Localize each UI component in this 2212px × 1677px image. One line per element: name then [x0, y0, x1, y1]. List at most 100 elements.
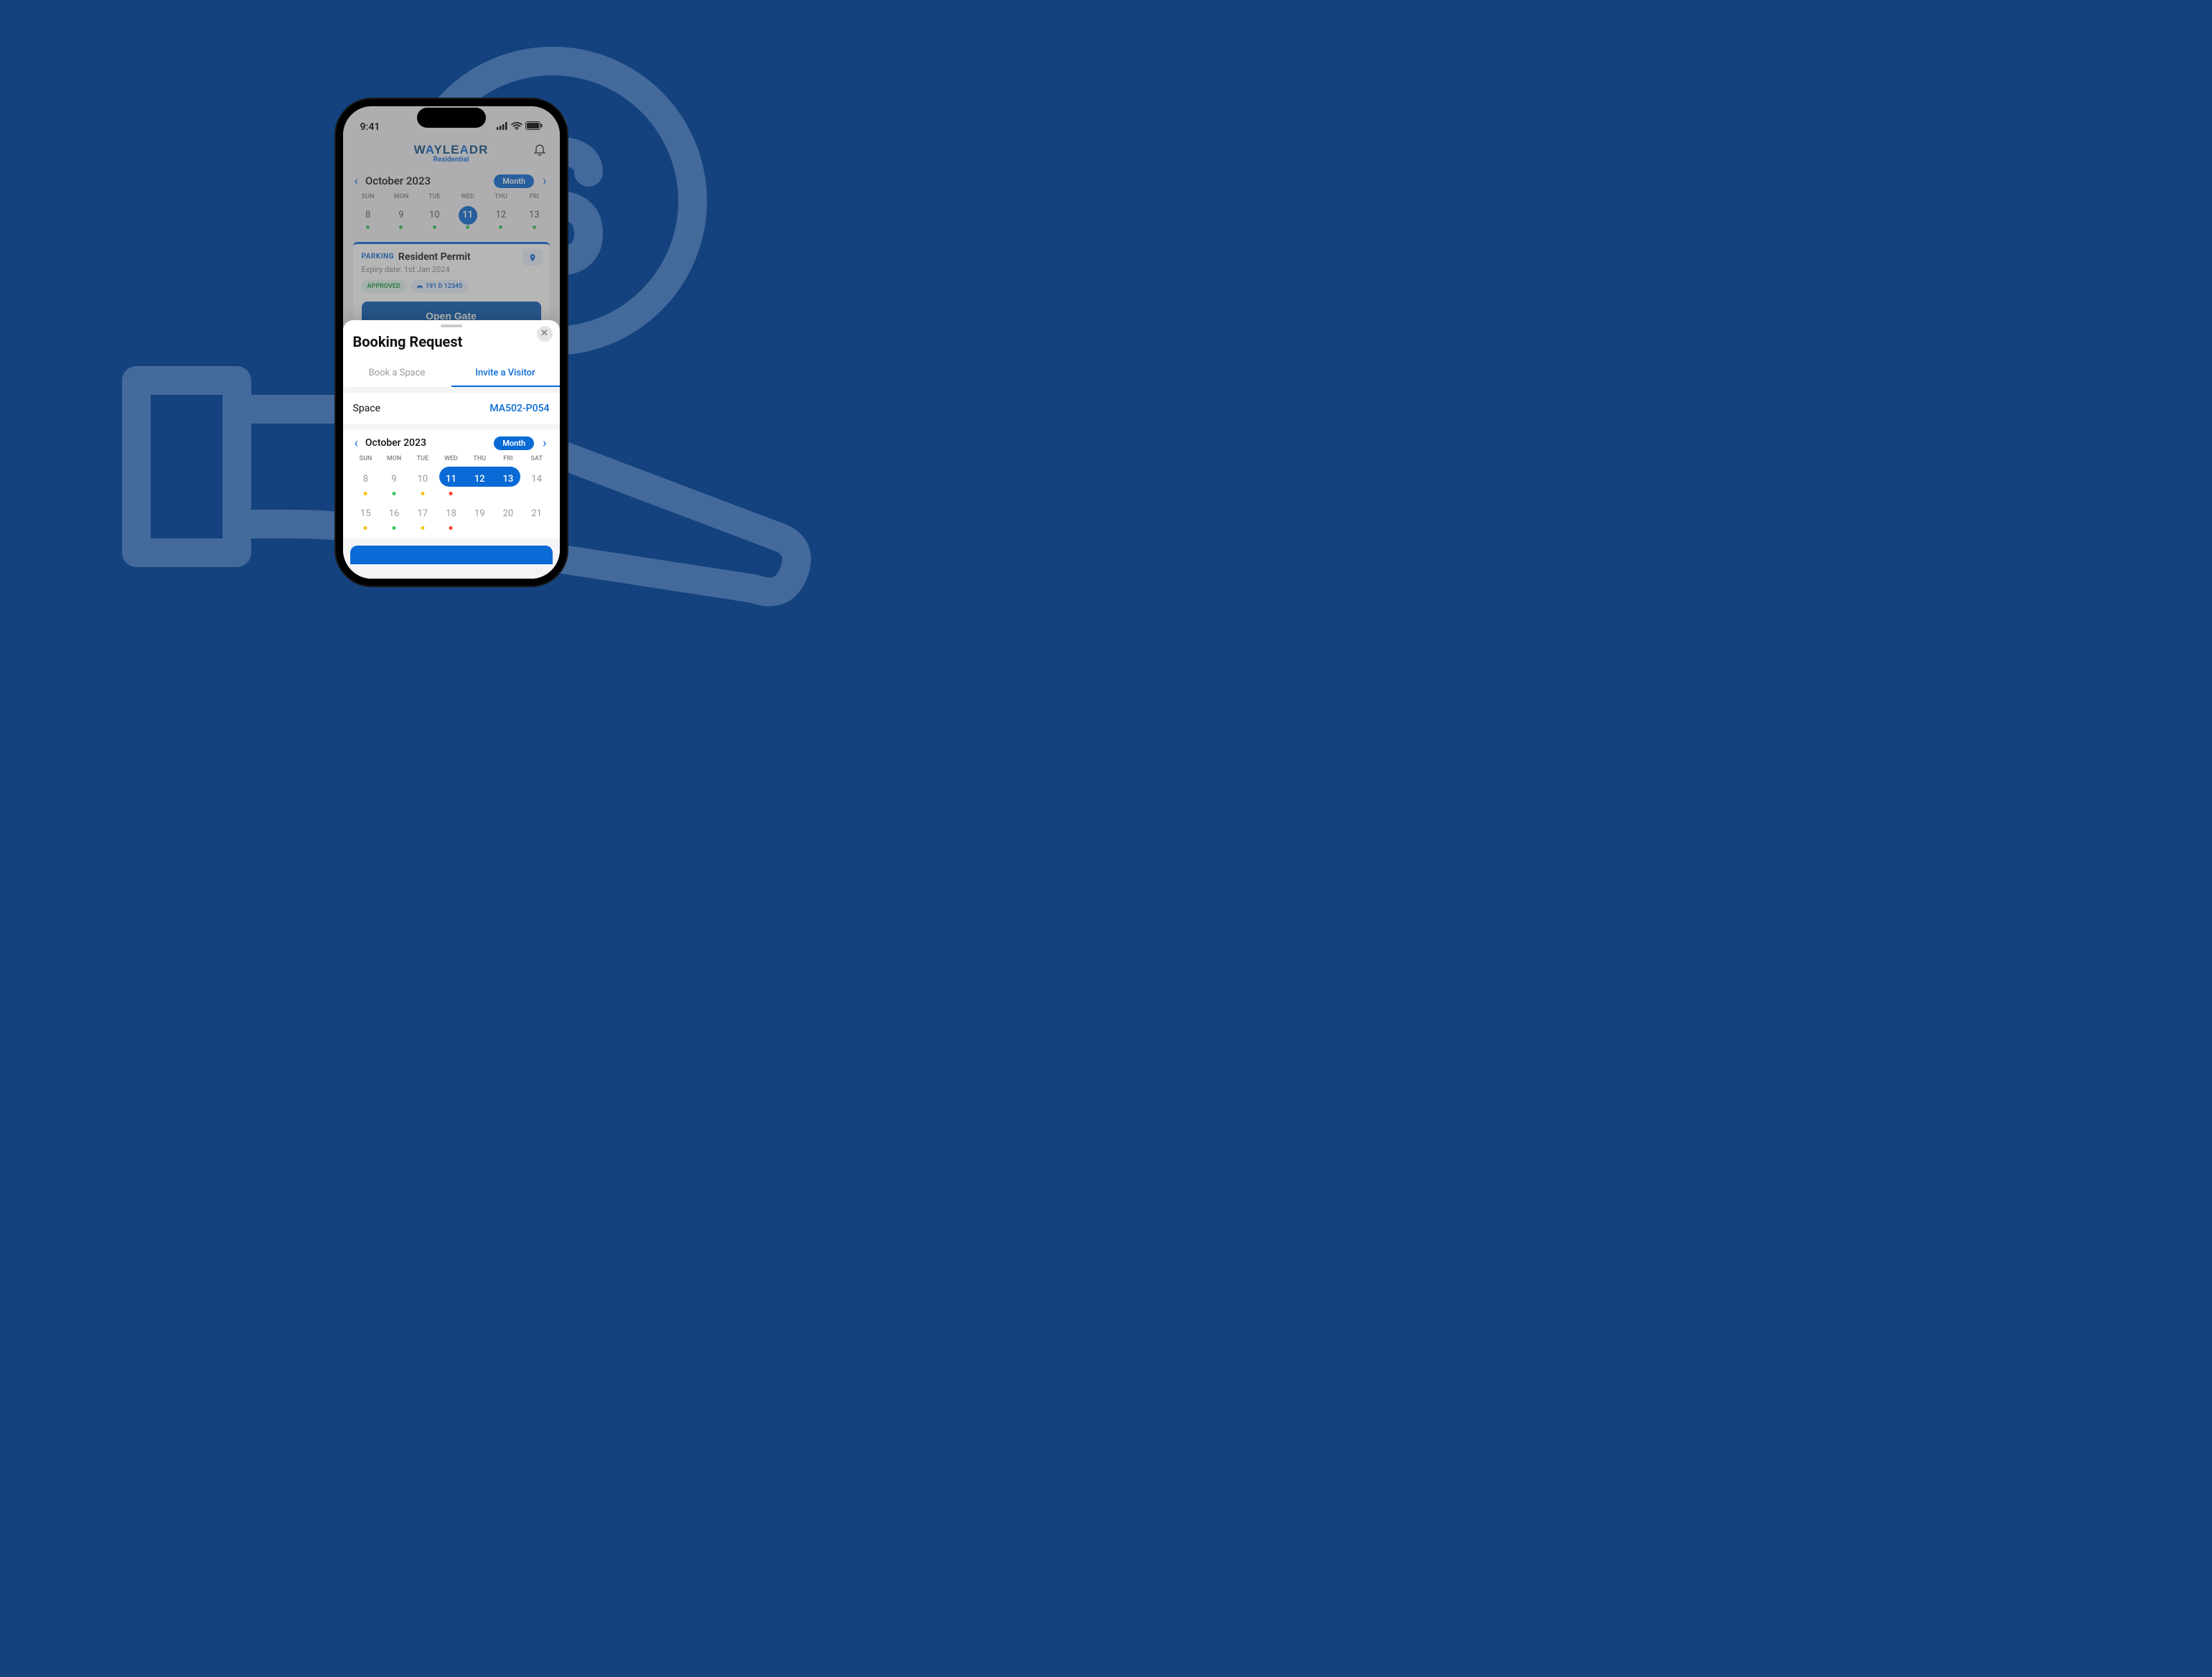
bell-icon[interactable] — [533, 142, 547, 159]
brand-text: DR — [469, 143, 489, 157]
home-month-pill[interactable]: Month — [494, 174, 534, 188]
weekday-label: THU — [484, 193, 517, 200]
signal-icon — [497, 121, 508, 133]
sheet-date-cell[interactable]: 14 — [522, 468, 551, 497]
sheet-cta-button[interactable] — [350, 546, 553, 564]
sheet-cal-row: 15 16 17 18 19 20 21 — [343, 500, 560, 534]
space-label: Space — [353, 403, 381, 414]
weekday-label: TUE — [418, 193, 451, 200]
tab-book-space[interactable]: Book a Space — [343, 362, 451, 387]
sheet-date-cell[interactable]: 12 — [465, 468, 494, 497]
sheet-cal-row: /* override inline with simpler calc */ … — [343, 465, 560, 500]
date-num: 9 — [392, 206, 411, 225]
space-value: MA502-P054 — [489, 403, 549, 414]
sheet-date-cell[interactable]: 8 — [352, 468, 380, 497]
sheet-date-cell[interactable]: 20 — [494, 503, 522, 531]
weekday-label: WED — [437, 455, 466, 465]
wifi-icon — [511, 121, 522, 133]
sheet-date-cell[interactable]: 9 — [380, 468, 408, 497]
sheet-date-cell[interactable]: 13 — [494, 468, 522, 497]
dynamic-island — [417, 108, 486, 128]
dot-icon — [393, 526, 396, 530]
sheet-tabs: Book a Space Invite a Visitor — [343, 358, 560, 387]
dot-icon — [449, 492, 453, 495]
weekday-label: MON — [385, 193, 418, 200]
weekday-label: FRI — [517, 193, 550, 200]
weekday-label: WED — [451, 193, 484, 200]
home-date-cell[interactable]: 11 — [451, 206, 484, 229]
permit-title: Resident Permit — [398, 251, 471, 263]
sheet-date-cell[interactable]: 10 — [408, 468, 437, 497]
plate-text: 191 D 12345 — [426, 283, 462, 290]
dot-icon — [466, 225, 469, 229]
weekday-label: MON — [380, 455, 408, 465]
sheet-date-cell[interactable]: 16 — [380, 503, 408, 531]
date-num: 19 — [469, 504, 490, 524]
chevron-right-icon[interactable]: › — [538, 436, 550, 451]
weekday-label: SUN — [352, 193, 385, 200]
date-num: 12 — [469, 470, 490, 490]
chevron-left-icon[interactable]: ‹ — [352, 174, 361, 189]
date-num: 9 — [383, 470, 405, 490]
date-num: 10 — [425, 206, 444, 225]
home-date-cell[interactable]: 10 — [418, 206, 451, 229]
chevron-right-icon[interactable]: › — [538, 174, 550, 189]
weekday-label: THU — [465, 455, 494, 465]
sheet-date-cell[interactable]: 15 — [352, 503, 380, 531]
home-month-nav: ‹ October 2023 Month › — [343, 171, 560, 193]
date-num: 20 — [497, 504, 519, 524]
sheet-date-cell[interactable]: 21 — [522, 503, 551, 531]
location-pin-button[interactable] — [522, 250, 543, 266]
close-icon[interactable]: ✕ — [537, 326, 553, 342]
home-month-label[interactable]: October 2023 — [365, 174, 431, 187]
license-plate-badge: 191 D 12345 — [411, 280, 468, 293]
dot-icon — [499, 225, 502, 229]
status-time: 9:41 — [360, 121, 380, 133]
home-date-cell[interactable]: 8 — [352, 206, 385, 229]
brand-subtitle: Residential — [414, 157, 489, 164]
sheet-date-cell[interactable]: 11 — [437, 468, 466, 497]
brand-text: A — [460, 143, 469, 157]
dot-icon — [366, 225, 370, 229]
app-header: WAYLEADR Residential — [343, 139, 560, 171]
dot-icon — [399, 225, 403, 229]
phone-frame: 9:41 WAYLEADR Residential — [336, 99, 567, 586]
permit-tag: PARKING — [362, 253, 394, 261]
dot-icon — [433, 225, 436, 229]
sheet-month-nav: ‹ October 2023 Month › — [343, 436, 560, 455]
brand-text: YLE — [434, 143, 459, 157]
brand-text: A — [426, 143, 434, 157]
date-num: 18 — [440, 504, 461, 524]
dot-icon — [421, 492, 424, 495]
phone-screen: 9:41 WAYLEADR Residential — [343, 106, 560, 579]
weekday-label: SUN — [352, 455, 380, 465]
date-num: 12 — [492, 206, 510, 225]
sheet-month-label[interactable]: October 2023 — [365, 437, 426, 449]
sheet-date-cell[interactable]: 17 — [408, 503, 437, 531]
weekday-label: FRI — [494, 455, 522, 465]
permit-expiry: Expiry date: 1st Jan 2024 — [362, 265, 541, 274]
home-date-cell[interactable]: 13 — [517, 206, 550, 229]
date-num: 8 — [359, 206, 378, 225]
date-num: 13 — [525, 206, 543, 225]
home-date-cell[interactable]: 9 — [385, 206, 418, 229]
battery-icon — [525, 121, 543, 133]
sheet-month-pill[interactable]: Month — [494, 436, 534, 450]
sheet-date-cell[interactable]: 19 — [465, 503, 494, 531]
home-date-cell[interactable]: 12 — [484, 206, 517, 229]
chevron-left-icon[interactable]: ‹ — [352, 436, 361, 451]
dot-icon — [449, 526, 453, 530]
date-num: 14 — [526, 470, 548, 490]
sheet-weekday-row: SUN MON TUE WED THU FRI SAT — [343, 455, 560, 465]
date-num: 11 — [440, 470, 461, 490]
booking-sheet: ✕ Booking Request Book a Space Invite a … — [343, 320, 560, 579]
tab-invite-visitor[interactable]: Invite a Visitor — [451, 362, 560, 387]
permit-badges: APPROVED 191 D 12345 — [362, 280, 541, 293]
weekday-label: SAT — [522, 455, 551, 465]
car-icon — [416, 284, 423, 289]
space-row[interactable]: Space MA502-P054 — [343, 393, 560, 424]
sheet-title: Booking Request — [343, 327, 560, 358]
sheet-date-cell[interactable]: 18 — [437, 503, 466, 531]
date-num: 16 — [383, 504, 405, 524]
dot-icon — [421, 526, 424, 530]
